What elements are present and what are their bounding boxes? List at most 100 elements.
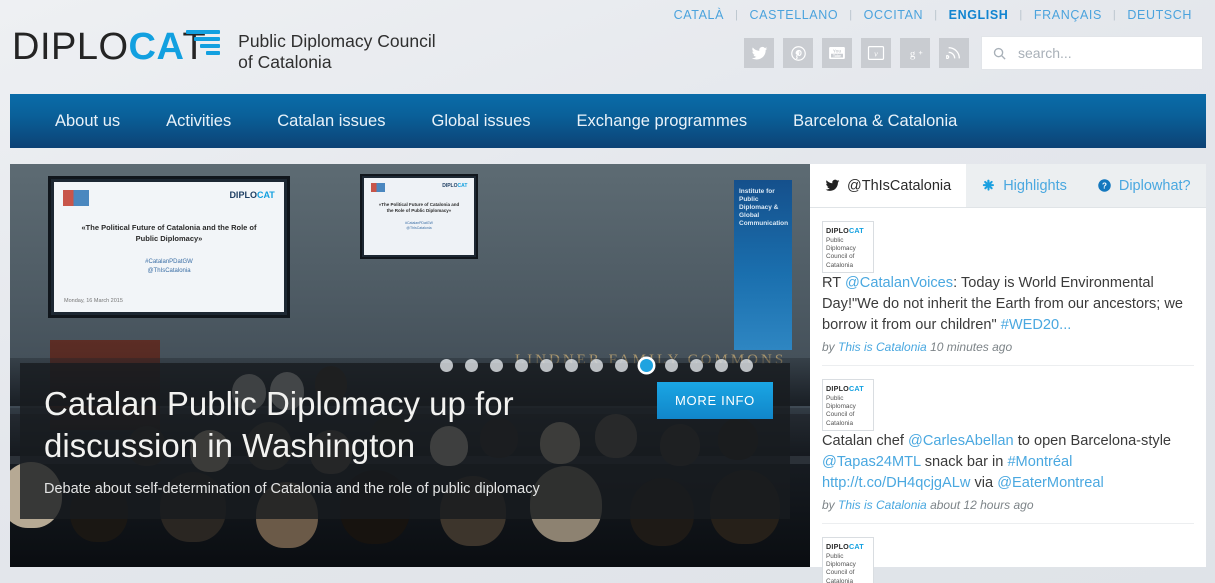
language-link-occitan[interactable]: OCCITAN <box>853 8 935 22</box>
googleplus-icon[interactable]: g + <box>900 38 930 68</box>
avatar-wordmark: DIPLOCAT <box>826 542 864 551</box>
tweet-link[interactable]: @CarlesAbellan <box>908 433 1014 449</box>
top-bar: CATALÀ | CASTELLANO | OCCITAN | ENGLISH | FRANÇA… <box>0 0 1215 90</box>
youtube-icon[interactable]: You Tube <box>822 38 852 68</box>
more-info-button[interactable]: MORE INFO <box>657 382 773 419</box>
projection-screen-main: DIPLOCAT «The Political Future of Catalo… <box>48 176 290 318</box>
avatar: DIPLOCAT Public Diplomacy Council of Cata… <box>822 537 874 583</box>
slide-date: Monday, 16 March 2015 <box>64 298 123 304</box>
hero-title: Catalan Public Diplomacy up for discussi… <box>44 385 514 464</box>
svg-text:Tube: Tube <box>833 54 841 58</box>
main-navigation: About us Activities Catalan issues Global i… <box>10 94 1206 148</box>
language-nav: CATALÀ | CASTELLANO | OCCITAN | ENGLISH | FRANÇA… <box>663 8 1203 22</box>
avatar-wordmark: DIPLOCAT <box>826 226 864 235</box>
nav-item-barcelona-catalonia[interactable]: Barcelona & Catalonia <box>770 112 980 131</box>
slider-dot-13[interactable] <box>740 359 753 372</box>
tweet-item: DIPLOCAT Public Diplomacy Council of Cata… <box>822 208 1194 366</box>
slide-title: «The Political Future of Catalonia and t… <box>81 223 257 243</box>
twitter-feed: DIPLOCAT Public Diplomacy Council of Cata… <box>810 208 1206 583</box>
slider-dot-2[interactable] <box>465 359 478 372</box>
slider-dots[interactable] <box>440 359 753 372</box>
slider-dot-1[interactable] <box>440 359 453 372</box>
tweet-text: Catalan chef @CarlesAbellan to open Barc… <box>822 433 1172 491</box>
avatar: DIPLOCAT Public Diplomacy Council of Cata… <box>822 379 874 431</box>
avatar-subtitle: Public Diplomacy Council of Catalonia <box>826 553 856 583</box>
vimeo-icon[interactable]: v <box>861 38 891 68</box>
search-input[interactable] <box>1016 44 1192 62</box>
avatar-subtitle: Public Diplomacy Council of Catalonia <box>826 395 856 427</box>
social-sidebar: @ThIsCatalonia Highlights? Diplowhat? DIPL… <box>810 164 1206 583</box>
tweet-author[interactable]: This is Catalonia <box>838 498 927 512</box>
avatar-wordmark: DIPLOCAT <box>826 384 864 393</box>
tweet-author[interactable]: This is Catalonia <box>838 340 927 354</box>
tweet-timestamp: 10 minutes ago <box>926 340 1013 354</box>
search-icon <box>993 47 1006 60</box>
tab-diplowhat[interactable]: ? Diplowhat? <box>1082 164 1206 207</box>
hero-slider[interactable]: LINDNER FAMILY COMMONS DIPLOCAT «The Pol… <box>10 164 810 567</box>
twitter-icon[interactable] <box>744 38 774 68</box>
tweet-item: DIPLOCAT Public Diplomacy Council of Cata… <box>822 524 1194 583</box>
language-link-castellano[interactable]: CASTELLANO <box>739 8 850 22</box>
site-logo[interactable]: DIPLO CA T Public Diplomacy Council of Cat… <box>12 28 436 73</box>
logo-tagline: Public Diplomacy Council of Catalonia <box>238 31 435 73</box>
sidebar-tabs: @ThIsCatalonia Highlights? Diplowhat? <box>810 164 1206 208</box>
slider-dot-7[interactable] <box>590 359 603 372</box>
hero-caption: Catalan Public Diplomacy up for discussi… <box>20 363 790 519</box>
tweet-link[interactable]: #Montréal <box>1007 454 1072 470</box>
pinterest-icon[interactable] <box>783 38 813 68</box>
page-root: CATALÀ | CASTELLANO | OCCITAN | ENGLISH | FRANÇA… <box>0 0 1215 583</box>
nav-item-global-issues[interactable]: Global issues <box>408 112 553 131</box>
language-link-franais[interactable]: FRANÇAIS <box>1023 8 1113 22</box>
svg-text:+: + <box>918 47 922 56</box>
asterisk-icon <box>981 178 996 193</box>
slider-dot-12[interactable] <box>715 359 728 372</box>
slider-dot-4[interactable] <box>515 359 528 372</box>
tweet-link[interactable]: @CatalanVoices <box>845 275 953 291</box>
rss-icon[interactable] <box>939 38 969 68</box>
slider-dot-6[interactable] <box>565 359 578 372</box>
tab-highlights[interactable]: Highlights <box>966 164 1082 207</box>
tab-label: Highlights <box>1003 177 1067 194</box>
nav-item-activities[interactable]: Activities <box>143 112 254 131</box>
slider-dot-10[interactable] <box>665 359 678 372</box>
slide-partner-logo <box>63 190 90 206</box>
tweet-link[interactable]: #WED20... <box>1001 317 1072 333</box>
tweet-meta: by This is Catalonia about 12 hours ago <box>822 498 1034 512</box>
search-box[interactable] <box>981 36 1203 70</box>
slider-dot-9[interactable] <box>640 359 653 372</box>
avatar-subtitle: Public Diplomacy Council of Catalonia <box>826 237 856 269</box>
content-area: LINDNER FAMILY COMMONS DIPLOCAT «The Pol… <box>10 164 1206 583</box>
tab-label: Diplowhat? <box>1118 177 1191 194</box>
twitter-icon <box>825 178 840 193</box>
tagline-line-1: Public Diplomacy Council <box>238 31 436 51</box>
tweet-text: RT @CatalanVoices: Today is World Enviro… <box>822 275 1184 333</box>
logo-accent: CA <box>128 26 185 68</box>
svg-text:?: ? <box>1102 182 1107 191</box>
language-link-deutsch[interactable]: DEUTSCH <box>1116 8 1203 22</box>
svg-text:g: g <box>909 48 915 60</box>
slider-dot-8[interactable] <box>615 359 628 372</box>
logo-main: DIPLO <box>12 26 129 68</box>
svg-text:v: v <box>874 49 878 58</box>
slider-dot-5[interactable] <box>540 359 553 372</box>
nav-item-catalan-issues[interactable]: Catalan issues <box>254 112 408 131</box>
swoosh-icon <box>186 30 221 60</box>
slider-dot-11[interactable] <box>690 359 703 372</box>
tweet-timestamp: about 12 hours ago <box>926 498 1034 512</box>
tweet-link[interactable]: @EaterMontreal <box>997 475 1103 491</box>
language-link-catal[interactable]: CATALÀ <box>663 8 735 22</box>
logo-wordmark: DIPLO CA T <box>12 26 221 68</box>
nav-item-about-us[interactable]: About us <box>32 112 143 131</box>
svg-text:You: You <box>833 48 841 53</box>
language-link-english[interactable]: ENGLISH <box>938 8 1020 22</box>
slide-diplocat-logo: DIPLOCAT <box>229 190 275 200</box>
question-circle-icon: ? <box>1097 178 1112 193</box>
event-banner: Institute for Public Diplomacy & Global … <box>734 180 792 350</box>
tab-thiscatalonia[interactable]: @ThIsCatalonia <box>810 164 967 207</box>
tweet-link[interactable]: @Tapas24MTL <box>822 454 921 470</box>
tagline-line-2: of Catalonia <box>238 52 332 72</box>
slider-dot-3[interactable] <box>490 359 503 372</box>
nav-item-exchange-programmes[interactable]: Exchange programmes <box>554 112 771 131</box>
avatar: DIPLOCAT Public Diplomacy Council of Cata… <box>822 221 874 273</box>
tweet-link[interactable]: http://t.co/DH4qcjgALw <box>822 475 970 491</box>
